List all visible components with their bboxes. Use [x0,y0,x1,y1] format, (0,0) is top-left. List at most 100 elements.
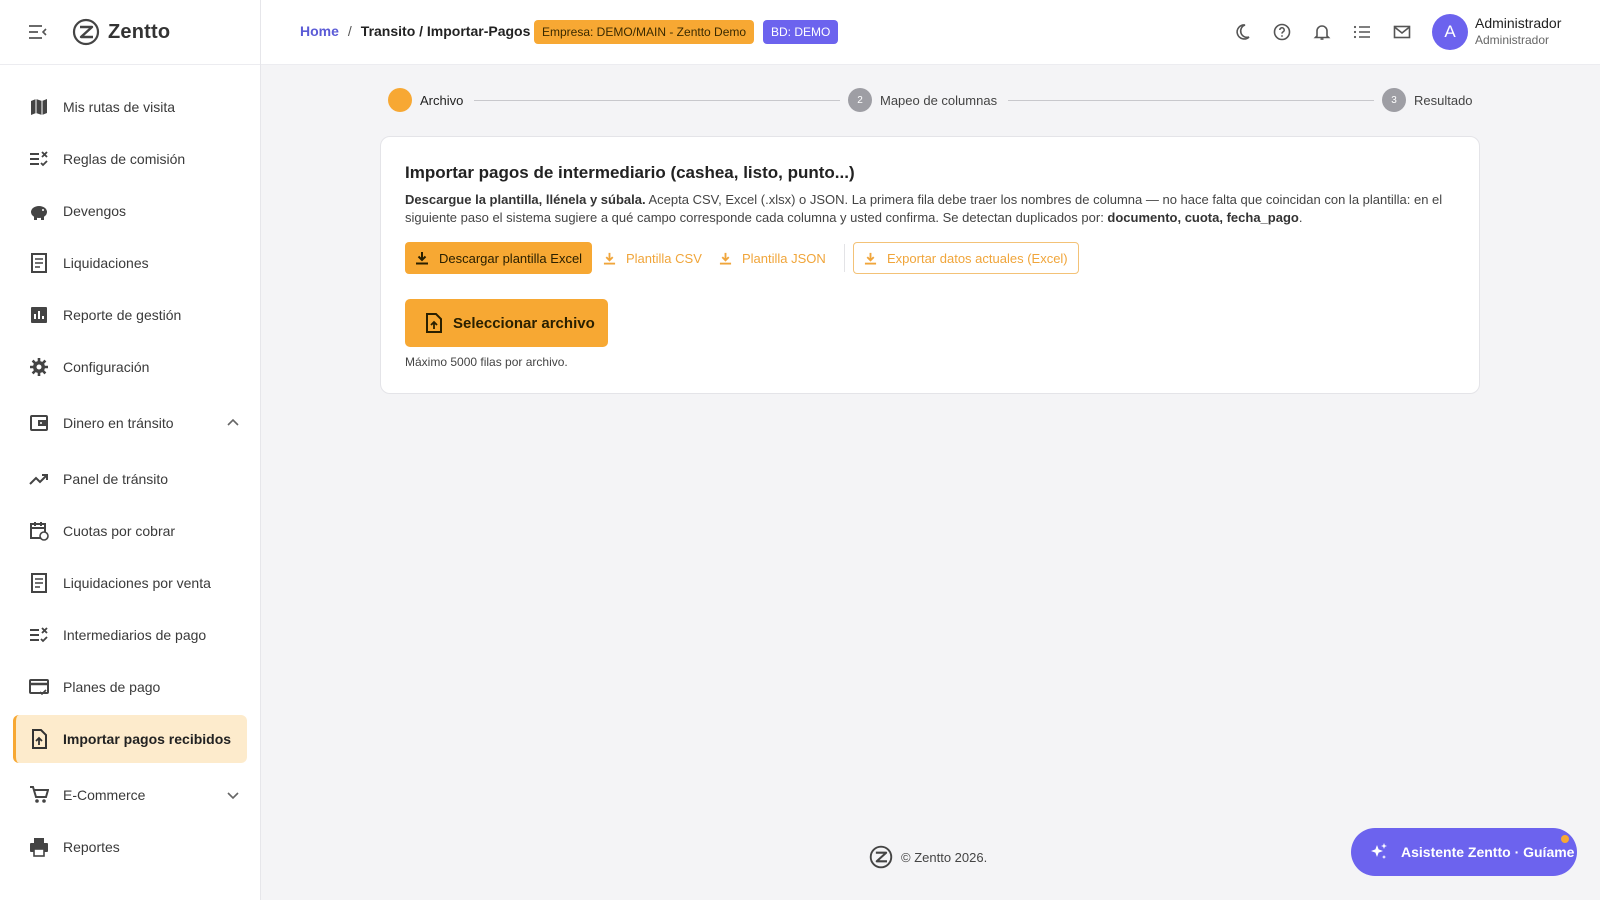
user-name: Administrador [1475,15,1562,31]
card-title: Importar pagos de intermediario (cashea,… [405,163,855,182]
download-icon [416,252,428,265]
file-upload-icon [27,727,51,751]
sidebar-item-label: Intermediarios de pago [63,627,207,643]
breadcrumb-home-link[interactable]: Home [300,23,339,39]
brand-name: Zentto [108,20,171,43]
bell-icon[interactable] [1311,21,1333,43]
sidebar-item-planes-pago[interactable]: Planes de pago [13,663,247,711]
assistant-label: Asistente Zentto · Guíame [1401,844,1575,860]
topbar: Home / Transito / Importar-Pagos Empresa… [261,0,1600,65]
map-icon [27,95,51,119]
step-3-circle: 3 [1382,88,1406,112]
sidebar-item-label: Configuración [63,359,150,375]
receipt-icon [27,571,51,595]
help-icon[interactable] [1271,21,1293,43]
step-1-label: Archivo [420,93,464,108]
checklist-x-icon [27,623,51,647]
checklist-x-icon [27,147,51,171]
sidebar-item-label: Panel de tránsito [63,471,169,487]
footer: © Zentto 2026. [869,845,987,869]
assistant-button[interactable]: Asistente Zentto · Guíame [1351,828,1577,876]
sidebar-item-label: Reglas de comisión [63,151,186,167]
notification-dot [1561,835,1569,843]
sidebar-item-rutas[interactable]: Mis rutas de visita [13,83,247,131]
sidebar-item-importar-pagos[interactable]: Importar pagos recibidos [13,715,247,763]
zentto-logo [72,18,100,46]
piggy-bank-icon [27,199,51,223]
button-label: Seleccionar archivo [453,314,595,332]
sidebar-item-ecommerce[interactable]: E-Commerce [13,771,247,819]
button-label: Plantilla CSV [626,250,702,266]
avatar[interactable]: A [1432,14,1468,50]
bar-chart-icon [27,303,51,327]
trend-up-icon [27,467,51,491]
step-1-circle [388,88,412,112]
step-2-circle: 2 [848,88,872,112]
sidebar-item-label: Liquidaciones [63,255,149,271]
step-connector [474,100,840,101]
copyright-text: © Zentto 2026. [901,849,988,865]
step-2-label: Mapeo de columnas [880,93,998,108]
calendar-refresh-icon [27,519,51,543]
button-label: Descargar plantilla Excel [439,250,583,266]
max-rows-note: Máximo 5000 filas por archivo. [405,355,568,369]
card-check-icon [27,675,51,699]
sparkles-icon [1371,843,1387,859]
sidebar-item-label: Dinero en tránsito [63,415,174,431]
description-end: . [1298,210,1303,225]
button-label: Exportar datos actuales (Excel) [887,250,1068,266]
download-icon [603,252,616,265]
sidebar-item-reporte-gestion[interactable]: Reporte de gestión [13,291,247,339]
sidebar: Zentto Mis rutas de visita Reglas de com… [0,0,261,900]
sidebar-item-liquidaciones-venta[interactable]: Liquidaciones por venta [13,559,247,607]
csv-template-button[interactable]: Plantilla CSV [603,242,702,274]
download-icon [719,252,732,265]
gear-icon [27,355,51,379]
receipt-icon [27,251,51,275]
sidebar-item-label: Reporte de gestión [63,307,182,323]
import-card: Importar pagos de intermediario (cashea,… [380,136,1480,394]
sidebar-item-devengos[interactable]: Devengos [13,187,247,235]
sidebar-item-dinero-transito[interactable]: Dinero en tránsito [13,399,247,447]
duplicate-keys: documento, cuota, fecha_pago [1107,210,1299,225]
sidebar-item-label: Devengos [63,203,127,219]
card-description: Descargue la plantilla, llénela y súbala… [405,191,1455,227]
button-divider [844,244,845,272]
download-excel-template-button[interactable]: Descargar plantilla Excel [405,242,593,274]
list-icon[interactable] [1351,21,1373,43]
sidebar-item-label: Liquidaciones por venta [63,575,211,591]
cart-icon [27,783,51,807]
menu-collapse-icon[interactable] [28,22,48,42]
mail-icon[interactable] [1391,21,1413,43]
sidebar-item-reglas-comision[interactable]: Reglas de comisión [13,135,247,183]
select-file-button[interactable]: Seleccionar archivo [405,299,608,347]
download-icon [864,252,877,265]
file-upload-icon [426,313,442,333]
sidebar-item-configuracion[interactable]: Configuración [13,343,247,391]
sidebar-item-label: Mis rutas de visita [63,99,176,115]
sidebar-item-cuotas-cobrar[interactable]: Cuotas por cobrar [13,507,247,555]
step-connector [1008,100,1374,101]
sidebar-item-reportes[interactable]: Reportes [13,823,247,871]
breadcrumb-current: Transito / Importar-Pagos [360,23,531,39]
sidebar-item-liquidaciones[interactable]: Liquidaciones [13,239,247,287]
sidebar-header: Zentto [0,0,260,65]
sidebar-item-label: Reportes [63,839,120,855]
company-badge: Empresa: DEMO/MAIN - Zentto Demo [534,20,755,44]
json-template-button[interactable]: Plantilla JSON [719,242,826,274]
description-emphasis: Descargue la plantilla, llénela y súbala… [405,192,646,207]
printer-icon [27,835,51,859]
moon-icon[interactable] [1231,21,1253,43]
sidebar-item-label: Planes de pago [63,679,161,695]
sidebar-item-intermediarios-pago[interactable]: Intermediarios de pago [13,611,247,659]
chevron-up-icon [227,418,239,426]
sidebar-item-panel-transito[interactable]: Panel de tránsito [13,455,247,503]
sidebar-item-label: Importar pagos recibidos [63,731,232,747]
export-current-data-button[interactable]: Exportar datos actuales (Excel) [853,242,1079,274]
breadcrumb-separator: / [347,23,352,39]
button-label: Plantilla JSON [742,250,826,266]
sidebar-item-label: E-Commerce [63,787,146,803]
sidebar-item-label: Cuotas por cobrar [63,523,176,539]
step-3-label: Resultado [1414,93,1473,108]
chevron-down-icon [227,792,239,800]
